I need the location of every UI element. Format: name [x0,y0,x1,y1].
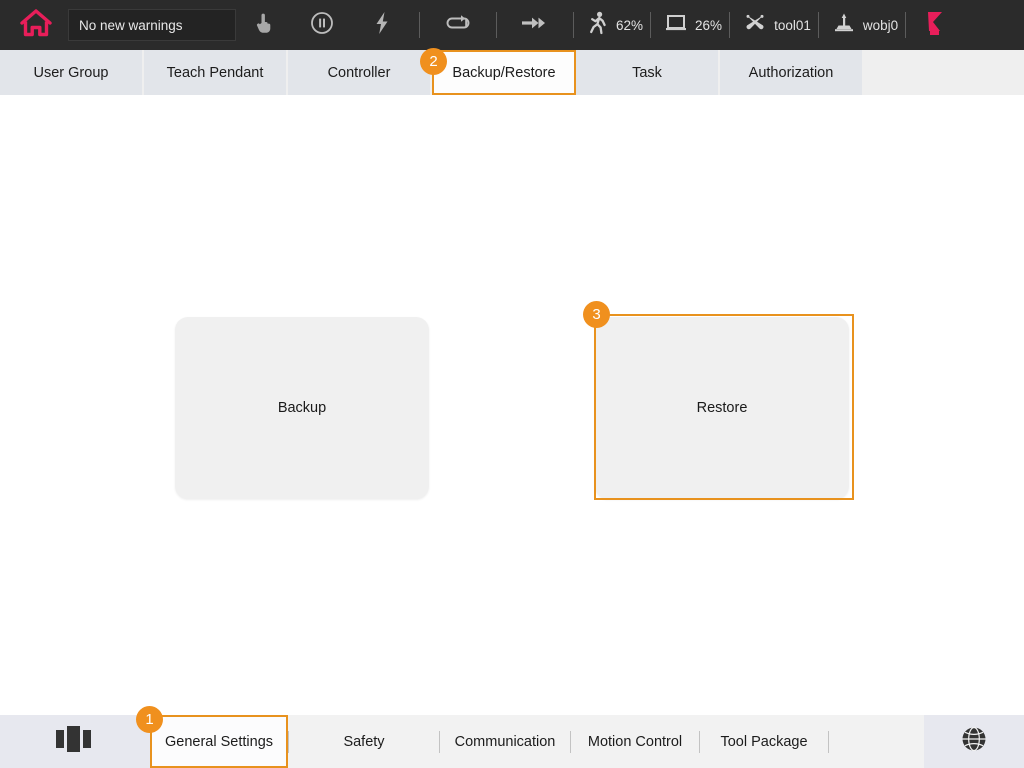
globe-icon [958,723,990,760]
pause-button[interactable] [292,0,352,50]
restore-button[interactable]: Restore [595,317,849,499]
bottom-item-label: Motion Control [588,734,682,750]
divider [419,12,420,38]
bottom-item-label: Safety [343,734,384,750]
bottom-item-label: Tool Package [720,734,807,750]
annotation-badge-number: 1 [145,711,153,728]
tab-label: Backup/Restore [452,65,555,81]
divider [905,12,906,38]
annotation-badge-1: 1 [136,706,163,733]
bottom-item-communication[interactable]: Communication [440,715,570,768]
step-forward-icon [520,15,550,36]
restore-button-label: Restore [697,400,748,416]
tools-icon [743,12,767,39]
top-status-bar: No new warnings [0,0,1024,50]
hand-pointer-icon [254,12,274,39]
home-button[interactable] [0,0,72,50]
robot-arm-icon [923,8,947,43]
tab-teach-pendant[interactable]: Teach Pendant [144,50,288,95]
tab-bar-filler [864,50,1024,95]
step-forward-button[interactable] [504,0,566,50]
home-icon [20,8,52,43]
tab-label: Controller [328,65,391,81]
divider [818,12,819,38]
backup-button[interactable]: Backup [175,317,429,499]
hand-pointer-icon-button[interactable] [236,0,292,50]
robot-arm-button[interactable] [913,0,957,50]
panel-layout-button[interactable] [0,715,150,768]
screen-indicator[interactable]: 26% [658,0,722,50]
divider [573,12,574,38]
language-globe-button[interactable] [924,715,1024,768]
backup-button-label: Backup [278,400,326,416]
speed-indicator[interactable]: 62% [581,0,643,50]
tool-value: tool01 [774,18,811,33]
bottom-item-motion-control[interactable]: Motion Control [571,715,699,768]
annotation-badge-3: 3 [583,301,610,328]
speed-value: 62% [616,18,643,33]
bottom-item-tool-package[interactable]: Tool Package [700,715,828,768]
loop-cycle-button[interactable] [427,0,489,50]
bottom-item-general-settings[interactable]: General Settings [150,715,288,768]
warning-message-box[interactable]: No new warnings [68,9,236,41]
bottom-item-label: General Settings [165,734,273,750]
bottom-item-label: Communication [455,734,556,750]
tab-user-group[interactable]: User Group [0,50,144,95]
pause-circle-icon [310,11,334,40]
workobject-value: wobj0 [863,18,898,33]
warning-message-text: No new warnings [79,18,183,33]
settings-tab-bar: User Group Teach Pendant Controller Back… [0,50,1024,95]
tab-authorization[interactable]: Authorization [720,50,864,95]
tab-backup-restore[interactable]: Backup/Restore [432,50,576,95]
panel-layout-icon [54,724,96,759]
tab-label: User Group [34,65,109,81]
annotation-badge-2: 2 [420,48,447,75]
tab-label: Authorization [749,65,834,81]
divider [729,12,730,38]
main-content-area: Backup Restore [0,95,1024,715]
annotation-badge-number: 2 [429,53,437,70]
loop-cycle-icon [444,13,472,38]
lightning-bolt-icon [373,11,391,40]
tab-controller[interactable]: Controller [288,50,432,95]
running-person-icon [587,11,609,40]
motor-power-button[interactable] [352,0,412,50]
monitor-icon [664,13,688,38]
bottom-bar-spacer [829,715,924,768]
tab-label: Teach Pendant [167,65,264,81]
tab-label: Task [632,65,662,81]
tab-task[interactable]: Task [576,50,720,95]
bottom-item-safety[interactable]: Safety [289,715,439,768]
application-root: No new warnings [0,0,1024,768]
divider [496,12,497,38]
workobject-icon [832,12,856,39]
workobject-indicator[interactable]: wobj0 [826,0,898,50]
annotation-badge-number: 3 [592,306,600,323]
screen-value: 26% [695,18,722,33]
tool-indicator[interactable]: tool01 [737,0,811,50]
divider [650,12,651,38]
